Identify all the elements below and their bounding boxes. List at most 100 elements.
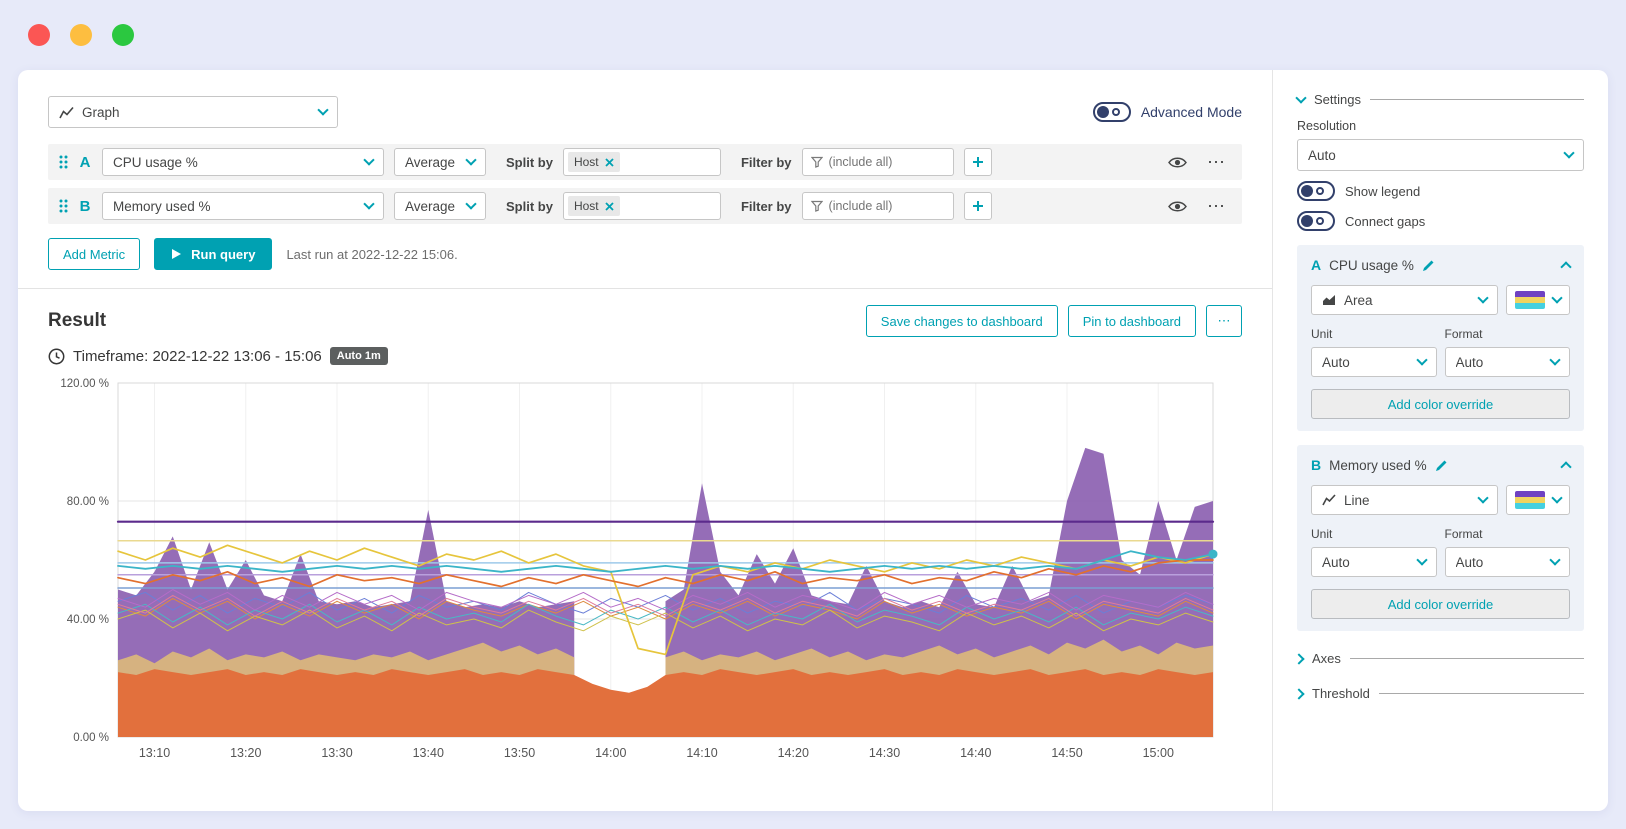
eye-icon[interactable] [1168, 156, 1187, 169]
timeframe-row: Timeframe: 2022-12-22 13:06 - 15:06 Auto… [48, 347, 1242, 365]
aggregation-select[interactable]: Average [394, 192, 486, 220]
split-by-input[interactable]: Host [562, 192, 721, 220]
visualization-toolbar: Graph Advanced Mode [48, 96, 1242, 128]
color-palette-select[interactable] [1506, 285, 1570, 315]
svg-text:0.00 %: 0.00 % [73, 732, 109, 744]
result-header: Result Save changes to dashboard Pin to … [48, 305, 1242, 337]
chevron-up-icon[interactable] [1560, 261, 1572, 273]
metric-row-a: A CPU usage % Average Split by Host Filt… [48, 144, 1242, 180]
chevron-down-icon [1551, 292, 1563, 304]
split-by-input[interactable]: Host [562, 148, 721, 176]
result-actions: Save changes to dashboard Pin to dashboa… [865, 305, 1242, 337]
metric-more-button[interactable]: ⋯ [1207, 197, 1226, 215]
funnel-icon [810, 156, 823, 168]
result-more-button[interactable]: ⋯ [1206, 305, 1242, 337]
color-swatch [1515, 491, 1545, 509]
format-select[interactable]: Auto [1444, 347, 1570, 377]
viz-type-value: Area [1344, 292, 1373, 308]
settings-title: Settings [1314, 92, 1361, 107]
pencil-icon[interactable] [1422, 259, 1435, 272]
chevron-down-icon [1551, 492, 1563, 504]
split-chip-label: Host [573, 155, 599, 169]
minimize-button[interactable] [70, 24, 92, 46]
unit-label: Unit [1311, 527, 1333, 541]
toggle-knob [1301, 185, 1313, 197]
funnel-icon [810, 200, 823, 212]
pencil-icon[interactable] [1435, 459, 1448, 472]
unit-value: Auto [1322, 354, 1350, 370]
threshold-section-header[interactable]: Threshold [1293, 686, 1584, 701]
filter-input[interactable] [828, 155, 945, 169]
show-legend-toggle[interactable] [1297, 181, 1335, 201]
chevron-down-icon [363, 154, 375, 166]
chevron-down-icon [1295, 91, 1307, 104]
format-select[interactable]: Auto [1444, 547, 1570, 577]
run-query-button[interactable]: Run query [154, 238, 273, 270]
filter-input[interactable] [828, 199, 945, 213]
card-title: Memory used % [1329, 457, 1427, 473]
unit-select[interactable]: Auto [1311, 547, 1437, 577]
split-chip[interactable]: Host [567, 152, 620, 172]
drag-handle-icon[interactable] [58, 198, 68, 214]
show-legend-label: Show legend [1345, 183, 1421, 199]
threshold-title: Threshold [1312, 686, 1370, 701]
resolution-select[interactable]: Auto [1297, 139, 1584, 171]
advanced-mode-toggle[interactable] [1092, 102, 1131, 122]
split-chip[interactable]: Host [567, 196, 620, 216]
viz-type-select[interactable]: Line [1311, 485, 1498, 515]
remove-chip-icon[interactable] [605, 201, 614, 211]
add-filter-button[interactable] [963, 192, 992, 220]
unit-select[interactable]: Auto [1311, 347, 1437, 377]
result-chart: 13:10 13:20 13:30 13:40 13:50 14:00 14:10 14:20… [60, 378, 1218, 760]
add-color-override-button[interactable]: Add color override [1311, 589, 1570, 619]
toggle-ring [1316, 187, 1324, 195]
card-title: CPU usage % [1329, 257, 1414, 273]
line-chart-icon [1322, 494, 1336, 506]
color-swatch [1515, 291, 1545, 309]
pin-to-dashboard-button[interactable]: Pin to dashboard [1067, 305, 1196, 337]
metric-card-header[interactable]: A CPU usage % [1311, 257, 1572, 273]
advanced-mode-control: Advanced Mode [1092, 102, 1242, 122]
maximize-button[interactable] [112, 24, 134, 46]
aggregation-select[interactable]: Average [394, 148, 486, 176]
add-color-override-button[interactable]: Add color override [1311, 389, 1570, 419]
run-query-label: Run query [191, 246, 256, 262]
resolution-badge: Auto 1m [329, 347, 388, 365]
svg-text:13:50: 13:50 [504, 746, 535, 760]
settings-section-header[interactable]: Settings [1295, 91, 1584, 107]
query-actions: Add Metric Run query Last run at 2022-12… [48, 238, 1242, 270]
unit-value: Auto [1322, 554, 1350, 570]
metric-select[interactable]: Memory used % [102, 192, 384, 220]
metric-select[interactable]: CPU usage % [102, 148, 384, 176]
data-explorer-window: Graph Advanced Mode A CPU usage % Averag… [18, 70, 1608, 811]
color-palette-select[interactable] [1506, 485, 1570, 515]
metric-row-b: B Memory used % Average Split by Host Fi… [48, 188, 1242, 224]
metric-value: CPU usage % [113, 154, 198, 170]
remove-chip-icon[interactable] [605, 157, 614, 167]
chevron-down-icon [1563, 147, 1575, 159]
svg-text:14:30: 14:30 [869, 746, 900, 760]
drag-handle-icon[interactable] [58, 154, 68, 170]
metric-card-header[interactable]: B Memory used % [1311, 457, 1572, 473]
connect-gaps-toggle[interactable] [1297, 211, 1335, 231]
visualization-select[interactable]: Graph [48, 96, 338, 128]
save-to-dashboard-button[interactable]: Save changes to dashboard [865, 305, 1058, 337]
filter-by-label: Filter by [740, 198, 792, 214]
metric-letter: B [79, 197, 91, 215]
resolution-value: Auto [1308, 147, 1336, 163]
viz-type-select[interactable]: Area [1311, 285, 1498, 315]
close-button[interactable] [28, 24, 50, 46]
chevron-up-icon[interactable] [1560, 461, 1572, 473]
svg-text:14:50: 14:50 [1051, 746, 1082, 760]
add-metric-button[interactable]: Add Metric [48, 238, 141, 270]
format-label: Format [1444, 327, 1483, 341]
svg-text:13:40: 13:40 [413, 746, 444, 760]
svg-text:13:10: 13:10 [139, 746, 170, 760]
chevron-down-icon [465, 198, 477, 210]
unit-format-selects: Auto Auto [1311, 347, 1570, 377]
axes-section-header[interactable]: Axes [1293, 651, 1584, 666]
metric-more-button[interactable]: ⋯ [1207, 153, 1226, 171]
eye-icon[interactable] [1168, 200, 1187, 213]
axes-title: Axes [1312, 651, 1341, 666]
add-filter-button[interactable] [963, 148, 992, 176]
